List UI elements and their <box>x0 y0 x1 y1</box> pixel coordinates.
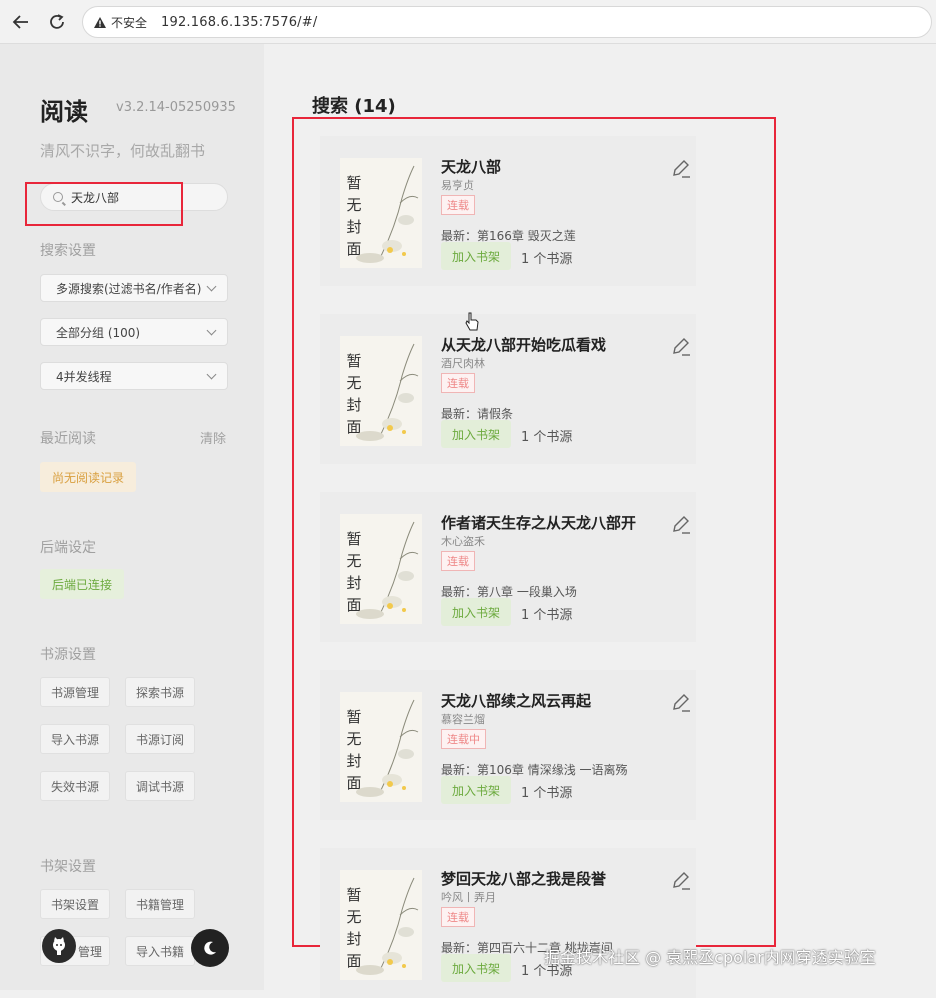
book-status-tag: 连载 <box>441 907 475 927</box>
edit-icon[interactable] <box>670 870 692 892</box>
search-highlight-box <box>25 182 183 226</box>
hand-cursor-icon <box>465 312 479 336</box>
book-card[interactable]: 暂无封面梦回天龙八部之我是段誉 吟风丨弄月 连载 最新：第四百六十二章 桃拢嵩间 加入书… <box>320 848 696 998</box>
github-icon[interactable] <box>42 929 76 963</box>
moon-icon <box>204 941 216 955</box>
book-cover[interactable]: 暂无封面 <box>340 336 422 446</box>
book-cover[interactable]: 暂无封面 <box>340 870 422 980</box>
edit-icon[interactable] <box>670 514 692 536</box>
shelf-settings-button[interactable]: 书架设置 <box>40 889 110 919</box>
source-count[interactable]: 1 个书源 <box>521 248 572 267</box>
book-manage-button[interactable]: 书籍管理 <box>125 889 195 919</box>
chevron-down-icon <box>206 281 217 292</box>
recent-reading-heading: 最近阅读 <box>40 431 96 447</box>
sidebar: 阅读 v3.2.14-05250935 清风不识字，何故乱翻书 天龙八部 搜索设… <box>0 44 264 990</box>
book-cover[interactable]: 暂无封面 <box>340 158 422 268</box>
edit-icon[interactable] <box>670 158 692 180</box>
threads-select[interactable]: 4并发线程 <box>40 362 228 390</box>
clear-history-button[interactable]: 清除 <box>200 428 226 447</box>
add-to-shelf-button[interactable]: 加入书架 <box>441 954 511 982</box>
book-title[interactable]: 天龙八部续之风云再起 <box>441 690 591 711</box>
book-author: 木心盗禾 <box>441 535 485 548</box>
book-author: 吟风丨弄月 <box>441 891 496 904</box>
book-card[interactable]: 暂无封面从天龙八部开始吃瓜看戏 酒尺肉林 连载 最新：请假条 加入书架 1 个书源 <box>320 314 696 464</box>
flower-illustration-icon <box>356 343 419 441</box>
backend-status-tag[interactable]: 后端已连接 <box>40 569 124 599</box>
group-select[interactable]: 全部分组 (100) <box>40 318 228 346</box>
book-author: 易亨贞 <box>441 179 474 192</box>
book-title[interactable]: 作者诸天生存之从天龙八部开 <box>441 512 636 533</box>
subscribe-source-button[interactable]: 书源订阅 <box>125 724 195 754</box>
not-secure-indicator[interactable]: 不安全 <box>93 14 147 31</box>
import-source-button[interactable]: 导入书源 <box>40 724 110 754</box>
app-version: v3.2.14-05250935 <box>116 100 236 115</box>
source-settings-heading: 书源设置 <box>40 647 96 663</box>
flower-illustration-icon <box>356 521 419 619</box>
flower-illustration-icon <box>356 877 419 975</box>
book-status-tag: 连载 <box>441 551 475 571</box>
book-title[interactable]: 天龙八部 <box>441 156 501 177</box>
book-title[interactable]: 梦回天龙八部之我是段誉 <box>441 868 606 889</box>
source-count[interactable]: 1 个书源 <box>521 426 572 445</box>
reload-icon[interactable] <box>44 9 70 35</box>
app-slogan: 清风不识字，何故乱翻书 <box>40 142 206 160</box>
url-text: 192.168.6.135:7576/#/ <box>161 14 318 30</box>
add-to-shelf-button[interactable]: 加入书架 <box>441 598 511 626</box>
book-status-tag: 连载中 <box>441 729 486 749</box>
shelf-settings-heading: 书架设置 <box>40 859 96 875</box>
no-history-tag: 尚无阅读记录 <box>40 462 136 492</box>
source-manage-button[interactable]: 书源管理 <box>40 677 110 707</box>
security-label: 不安全 <box>111 15 148 30</box>
book-card[interactable]: 暂无封面作者诸天生存之从天龙八部开 木心盗禾 连载 最新：第八章 一段巢入场 加入书架 1… <box>320 492 696 642</box>
warning-icon <box>94 16 106 28</box>
backend-settings-heading: 后端设定 <box>40 540 96 556</box>
import-book-button[interactable]: 导入书籍 <box>125 936 195 966</box>
browser-toolbar: 不安全 192.168.6.135:7576/#/ <box>0 0 936 44</box>
book-cover[interactable]: 暂无封面 <box>340 692 422 802</box>
threads-value: 4并发线程 <box>56 369 112 384</box>
flower-illustration-icon <box>356 165 419 263</box>
search-mode-select[interactable]: 多源搜索(过滤书名/作者名) <box>40 274 228 302</box>
flower-illustration-icon <box>356 699 419 797</box>
add-to-shelf-button[interactable]: 加入书架 <box>441 776 511 804</box>
add-to-shelf-button[interactable]: 加入书架 <box>441 242 511 270</box>
back-icon[interactable] <box>8 9 34 35</box>
watermark: 掘金技术社区 @ 袁熙丞cpolar内网穿透实验室 <box>544 948 876 967</box>
dark-mode-toggle[interactable] <box>191 929 229 967</box>
debug-source-button[interactable]: 调试书源 <box>125 771 195 801</box>
app-logo: 阅读 <box>40 98 88 126</box>
book-card[interactable]: 暂无封面天龙八部续之风云再起 慕容兰熘 连载中 最新：第106章 情深缘浅 一语离殇加… <box>320 670 696 820</box>
page-title: 搜索 (14) <box>312 96 396 117</box>
search-settings-heading: 搜索设置 <box>40 243 96 259</box>
book-cover[interactable]: 暂无封面 <box>340 514 422 624</box>
invalid-source-button[interactable]: 失效书源 <box>40 771 110 801</box>
book-status-tag: 连载 <box>441 373 475 393</box>
book-status-tag: 连载 <box>441 195 475 215</box>
group-value: 全部分组 (100) <box>56 325 141 340</box>
address-bar[interactable]: 不安全 192.168.6.135:7576/#/ <box>82 6 932 38</box>
source-count[interactable]: 1 个书源 <box>521 782 572 801</box>
book-card[interactable]: 暂无封面天龙八部 易亨贞 连载 最新：第166章 毁灭之莲 加入书架 1 个书源 <box>320 136 696 286</box>
edit-icon[interactable] <box>670 336 692 358</box>
book-author: 慕容兰熘 <box>441 713 485 726</box>
book-author: 酒尺肉林 <box>441 357 485 370</box>
chevron-down-icon <box>206 369 217 380</box>
explore-source-button[interactable]: 探索书源 <box>125 677 195 707</box>
source-count[interactable]: 1 个书源 <box>521 604 572 623</box>
add-to-shelf-button[interactable]: 加入书架 <box>441 420 511 448</box>
search-mode-value: 多源搜索(过滤书名/作者名) <box>56 281 202 296</box>
chevron-down-icon <box>206 325 217 336</box>
edit-icon[interactable] <box>670 692 692 714</box>
book-title[interactable]: 从天龙八部开始吃瓜看戏 <box>441 334 606 355</box>
